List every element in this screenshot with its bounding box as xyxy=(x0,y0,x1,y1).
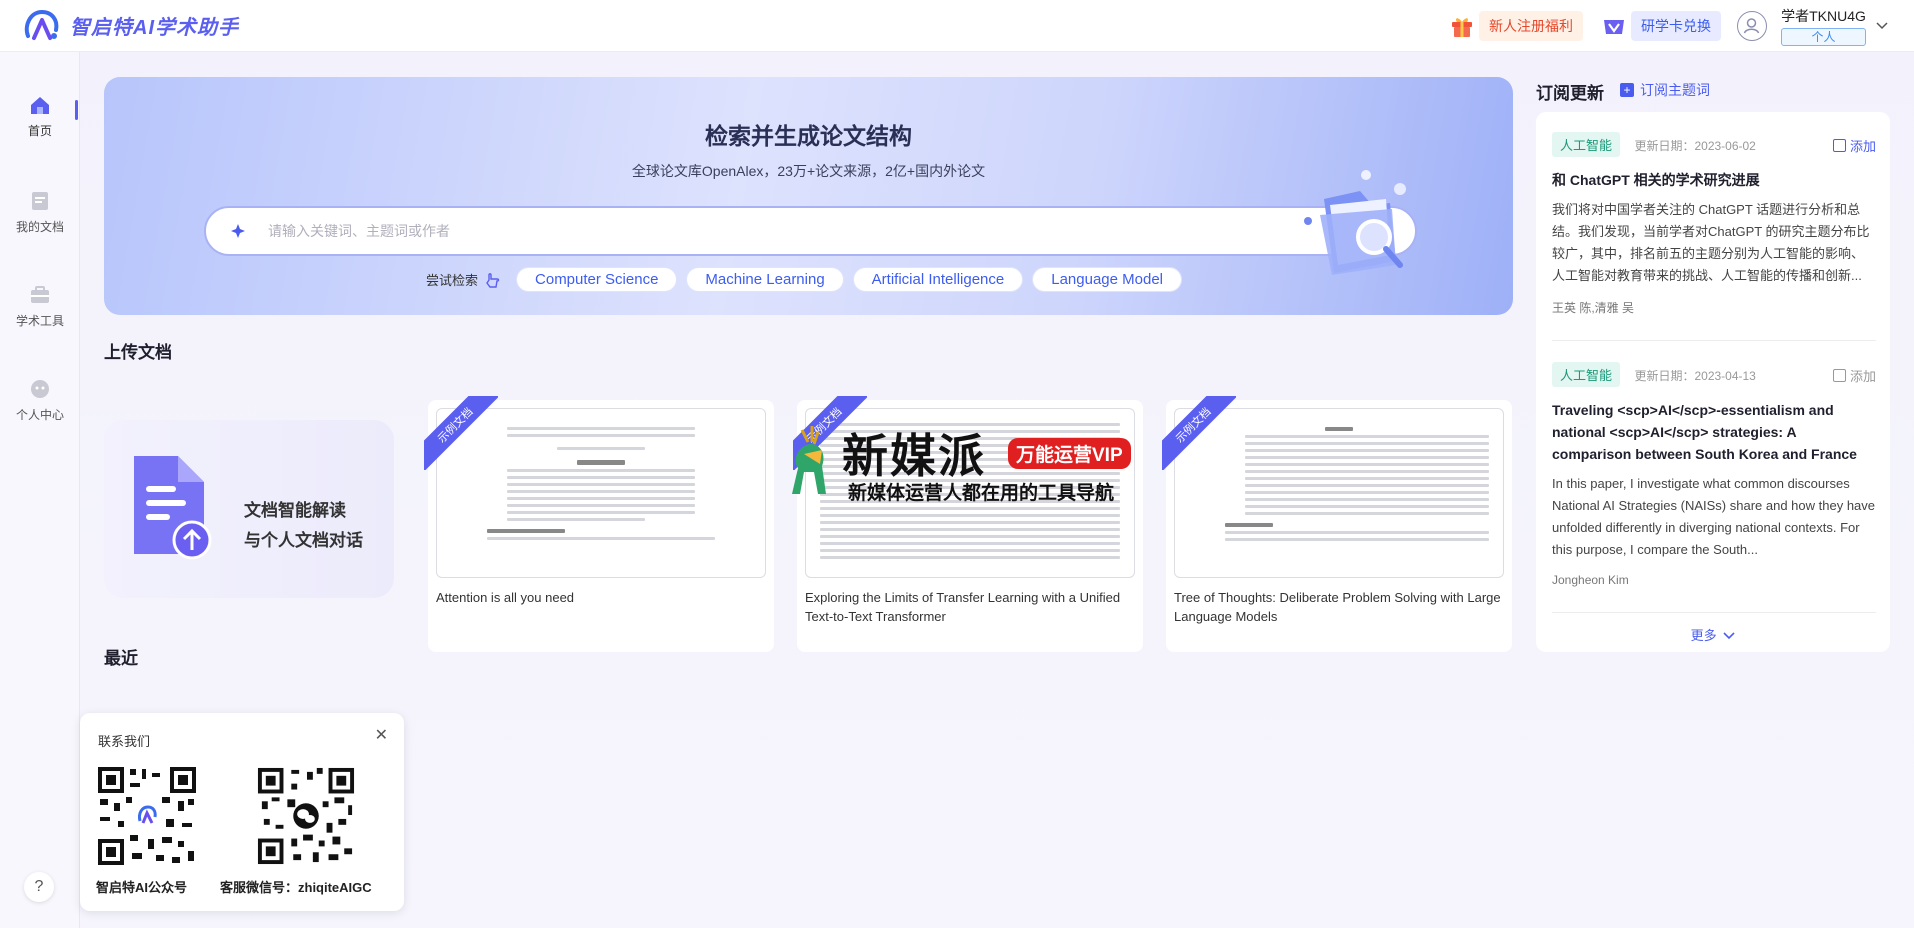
watermark-sub-text: 新媒体运营人都在用的工具导航 xyxy=(848,483,1115,504)
gift-icon xyxy=(1452,18,1472,37)
study-card-redeem-label: 研学卡兑换 xyxy=(1631,11,1721,41)
watermark-banner: 新媒派 万能运营VIP 新媒体运营人都在用的工具导航 xyxy=(782,420,1136,504)
article-authors: Jongheon Kim xyxy=(1552,573,1629,587)
vip-card-icon xyxy=(1604,20,1624,34)
user-icon xyxy=(31,380,49,398)
sidebar-item-documents[interactable]: 我的文档 xyxy=(0,190,80,235)
article-summary: 我们将对中国学者关注的 ChatGPT 话题进行分析和总结。我们发现，当前学者对… xyxy=(1552,202,1870,283)
app-logo[interactable]: 智启特AI学术助手 xyxy=(22,8,239,44)
sidebar: 首页 我的文档 学术工具 个人中心 xyxy=(0,52,80,928)
search-hero: 检索并生成论文结构 全球论文库OpenAlex，23万+论文来源，2亿+国内外论… xyxy=(104,77,1513,315)
sparkle-icon xyxy=(231,224,245,238)
account-type-badge: 个人 xyxy=(1781,28,1866,46)
plus-icon: + xyxy=(1620,83,1634,97)
subscription-article[interactable]: 人工智能 更新日期：2023-06-02 添加 和 ChatGPT 相关的学术研… xyxy=(1552,132,1876,316)
update-date: 更新日期：2023-06-02 xyxy=(1634,139,1756,153)
contact-title: 联系我们 xyxy=(98,734,151,749)
more-button[interactable]: 更多 xyxy=(1536,625,1890,644)
sidebar-item-label: 学术工具 xyxy=(15,314,64,328)
sidebar-item-label: 我的文档 xyxy=(15,220,64,234)
chevron-down-icon xyxy=(1723,632,1735,640)
suggestion-chip[interactable]: Language Model xyxy=(1032,267,1182,292)
home-icon xyxy=(31,97,49,114)
chevron-down-icon[interactable] xyxy=(1876,19,1888,33)
topic-badge: 人工智能 xyxy=(1552,362,1621,387)
article-title[interactable]: 和 ChatGPT 相关的学术研究进展 xyxy=(1552,169,1876,191)
sidebar-item-academic-tools[interactable]: 学术工具 xyxy=(0,284,80,329)
study-card-redeem-button[interactable]: 研学卡兑换 xyxy=(1601,11,1721,41)
watermark-main-text: 新媒派 xyxy=(842,430,986,482)
suggestion-chip[interactable]: Computer Science xyxy=(516,267,678,292)
sample-ribbon: 示例文档 xyxy=(1162,396,1236,470)
try-search-label: 尝试检索 xyxy=(426,273,479,288)
sidebar-item-personal-center[interactable]: 个人中心 xyxy=(0,378,80,423)
qr2-caption: 客服微信号：zhiqiteAIGC xyxy=(220,880,372,895)
close-icon[interactable]: ✕ xyxy=(375,725,388,745)
signup-bonus-label: 新人注册福利 xyxy=(1479,11,1583,41)
sample-doc-card[interactable]: 示例文档 Attention is all you need xyxy=(424,396,774,652)
avatar[interactable] xyxy=(1737,11,1767,41)
logo-icon xyxy=(24,9,59,40)
add-button[interactable]: 添加 xyxy=(1832,136,1876,155)
folder-magnifier-icon xyxy=(1304,170,1406,275)
subscription-title: 订阅更新 xyxy=(1536,84,1604,103)
search-bar xyxy=(204,206,1417,256)
subscribe-keywords-label: 订阅主题词 xyxy=(1640,82,1710,98)
app-title: 智启特AI学术助手 xyxy=(70,17,239,39)
doc-title: Tree of Thoughts: Deliberate Problem Sol… xyxy=(1174,590,1501,624)
upload-card-text: 文档智能解读 与个人文档对话 xyxy=(244,496,363,556)
upload-document-icon xyxy=(134,456,212,560)
sidebar-item-label: 首页 xyxy=(27,124,52,138)
subscribe-keywords-link[interactable]: + 订阅主题词 xyxy=(1620,80,1710,100)
sample-doc-card[interactable]: 示例文档 Tree of Thoughts: Deliberate Proble… xyxy=(1162,396,1512,652)
watermark-vip-badge: 万能运营VIP xyxy=(1008,438,1131,469)
help-button[interactable]: ? xyxy=(24,872,54,902)
upload-section-title: 上传文档 xyxy=(104,343,172,362)
qr-code-official-account xyxy=(96,765,198,867)
qr-code-wechat xyxy=(256,766,356,866)
upload-document-card[interactable]: 文档智能解读 与个人文档对话 xyxy=(104,420,394,598)
doc-title: Attention is all you need xyxy=(436,590,575,605)
top-bar: 智启特AI学术助手 新人注册福利 研学卡兑换 学者TKNU4G 个人 xyxy=(0,0,1914,52)
suggestion-chip[interactable]: Artificial Intelligence xyxy=(852,267,1024,292)
article-title[interactable]: Traveling <scp>AI</scp>-essentialism and… xyxy=(1552,399,1876,465)
user-avatar-icon xyxy=(1743,18,1760,34)
add-button[interactable]: 添加 xyxy=(1832,366,1876,385)
sample-ribbon: 示例文档 xyxy=(424,396,498,470)
upload-card-line1: 文档智能解读 xyxy=(244,501,346,520)
sidebar-item-label: 个人中心 xyxy=(15,408,64,422)
recent-section-title: 最近 xyxy=(104,649,138,668)
qr1-caption: 智启特AI公众号 xyxy=(96,880,188,895)
subscription-article[interactable]: 人工智能 更新日期：2023-04-13 添加 Traveling <scp>A… xyxy=(1552,362,1876,587)
signup-bonus-button[interactable]: 新人注册福利 xyxy=(1449,11,1583,41)
suggested-searches: 尝试检索 Computer Science Machine Learning A… xyxy=(426,267,1191,292)
search-input[interactable] xyxy=(268,223,1168,239)
update-date: 更新日期：2023-04-13 xyxy=(1634,369,1756,383)
article-summary: In this paper, I investigate what common… xyxy=(1552,476,1876,557)
sidebar-item-home[interactable]: 首页 xyxy=(0,94,80,139)
doc-title: Exploring the Limits of Transfer Learnin… xyxy=(805,590,1121,624)
toolbox-icon xyxy=(31,286,49,303)
user-menu[interactable]: 学者TKNU4G 个人 xyxy=(1781,6,1866,46)
divider xyxy=(1552,612,1876,613)
article-authors: 王英 陈,清雅 吴 xyxy=(1552,301,1635,315)
contact-popup: 联系我们 ✕ 智启特AI公众号 客服微信号：zhiqiteAIGC xyxy=(80,713,404,911)
hero-title: 检索并生成论文结构 xyxy=(705,123,912,149)
upload-card-line2: 与个人文档对话 xyxy=(244,531,363,550)
deer-logo-icon xyxy=(792,426,826,494)
pointing-hand-icon xyxy=(486,272,500,288)
add-icon xyxy=(1832,139,1846,152)
topic-badge: 人工智能 xyxy=(1552,132,1621,157)
user-name: 学者TKNU4G xyxy=(1781,8,1866,24)
divider xyxy=(1552,340,1876,341)
add-icon xyxy=(1832,369,1846,382)
suggestion-chip[interactable]: Machine Learning xyxy=(686,267,844,292)
subscription-panel: 人工智能 更新日期：2023-06-02 添加 和 ChatGPT 相关的学术研… xyxy=(1536,112,1890,652)
document-icon xyxy=(32,192,48,210)
